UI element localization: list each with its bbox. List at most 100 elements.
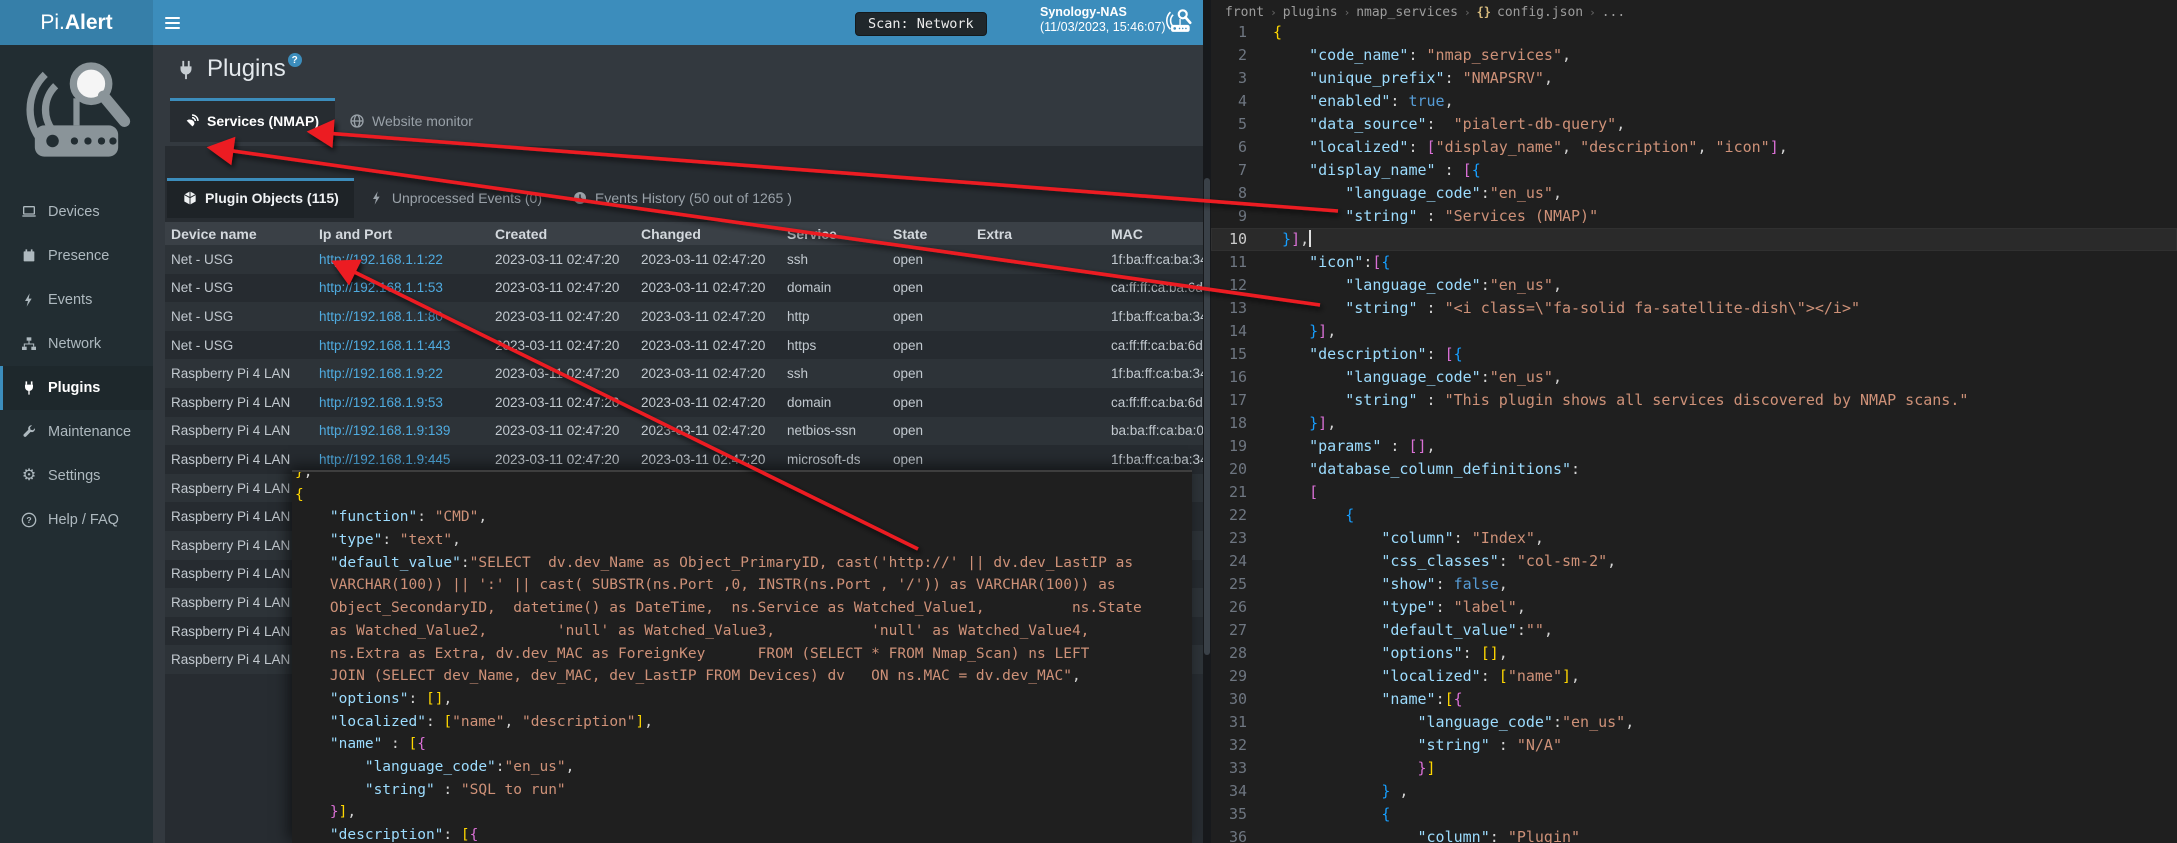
brand-prefix: Pi. <box>40 11 65 35</box>
app-logo[interactable]: Pi.Alert <box>0 0 153 45</box>
sql-config-overlay[interactable]: },{ "function": "CMD", "type": "text", "… <box>292 470 1192 843</box>
editor-line: 11 "icon":[{ <box>1211 251 2177 274</box>
breadcrumb-separator: › <box>1589 6 1596 19</box>
editor-code: 1{2 "code_name": "nmap_services",3 "uniq… <box>1211 21 2177 843</box>
subtab-plugin-objects-115[interactable]: Plugin Objects (115) <box>167 178 354 218</box>
table-row[interactable]: Raspberry Pi 4 LANhttp://192.168.1.9:532… <box>165 388 1203 417</box>
ip-port-link[interactable]: http://192.168.1.9:139 <box>313 423 489 438</box>
device-name-cell: Net - USG <box>165 309 313 324</box>
editor-line: 36 "column": "Plugin" <box>1211 826 2177 843</box>
table-row[interactable]: Net - USGhttp://192.168.1.1:802023-03-11… <box>165 302 1203 331</box>
created-cell: 2023-03-11 02:47:20 <box>489 280 635 295</box>
line-number: 3 <box>1211 67 1247 90</box>
editor-line: 18 }], <box>1211 412 2177 435</box>
code-editor[interactable]: front›plugins›nmap_services›{}config.jso… <box>1211 0 2177 843</box>
column-header-ip-and-port[interactable]: Ip and Port <box>313 226 489 242</box>
subtab-label: Unprocessed Events (0) <box>392 190 542 206</box>
breadcrumb-item[interactable]: ... <box>1602 5 1625 20</box>
line-number: 36 <box>1211 826 1247 843</box>
ip-port-link[interactable]: http://192.168.1.1:53 <box>313 280 489 295</box>
app-scrollbar[interactable] <box>1203 0 1211 843</box>
cube-icon <box>182 190 198 206</box>
plugin-tabs: Services (NMAP) Website monitor <box>170 101 489 142</box>
service-cell: domain <box>781 280 887 295</box>
subtab-events-history-50-out-of-1265[interactable]: Events History (50 out of 1265 ) <box>557 178 807 218</box>
changed-cell: 2023-03-11 02:47:20 <box>635 423 781 438</box>
sidebar-item-label: Presence <box>48 248 109 264</box>
device-name-cell: Raspberry Pi 4 LAN <box>165 423 313 438</box>
ip-port-link[interactable]: http://192.168.1.9:445 <box>313 452 489 467</box>
sidebar-item-devices[interactable]: Devices <box>0 190 153 234</box>
ip-port-link[interactable]: http://192.168.1.1:443 <box>313 338 489 353</box>
sidebar-item-maintenance[interactable]: Maintenance <box>0 410 153 454</box>
created-cell: 2023-03-11 02:47:20 <box>489 252 635 267</box>
sidebar-item-settings[interactable]: ⚙Settings <box>0 454 153 498</box>
tab-services-nmap[interactable]: Services (NMAP) <box>170 101 335 142</box>
breadcrumb-item[interactable]: plugins <box>1283 5 1338 20</box>
table-header-row: Device nameIp and PortCreatedChangedServ… <box>165 222 1203 245</box>
column-header-service[interactable]: Service <box>781 226 887 242</box>
subtab-unprocessed-events-0[interactable]: Unprocessed Events (0) <box>354 178 557 218</box>
column-header-state[interactable]: State <box>887 226 971 242</box>
table-row[interactable]: Raspberry Pi 4 LANhttp://192.168.1.9:222… <box>165 359 1203 388</box>
column-header-device-name[interactable]: Device name <box>165 226 313 242</box>
changed-cell: 2023-03-11 02:47:20 <box>635 366 781 381</box>
state-cell: open <box>887 252 971 267</box>
editor-line: 4 "enabled": true, <box>1211 90 2177 113</box>
sidebar-item-help-faq[interactable]: ?Help / FAQ <box>0 498 153 542</box>
line-number: 30 <box>1211 688 1247 711</box>
table-row[interactable]: Raspberry Pi 4 LANhttp://192.168.1.9:139… <box>165 417 1203 446</box>
service-cell: ssh <box>781 366 887 381</box>
editor-line: 16 "language_code":"en_us", <box>1211 366 2177 389</box>
globe-icon <box>349 113 365 129</box>
created-cell: 2023-03-11 02:47:20 <box>489 423 635 438</box>
service-cell: domain <box>781 395 887 410</box>
line-number: 13 <box>1211 297 1247 320</box>
editor-line: 28 "options": [], <box>1211 642 2177 665</box>
tab-website-monitor[interactable]: Website monitor <box>335 101 489 142</box>
plug-icon <box>17 380 41 396</box>
column-header-extra[interactable]: Extra <box>971 226 1105 242</box>
page-title-text: Plugins <box>207 55 286 83</box>
ip-port-link[interactable]: http://192.168.1.9:22 <box>313 366 489 381</box>
breadcrumb-item[interactable]: config.json <box>1497 5 1583 20</box>
menu-toggle-icon[interactable] <box>165 14 183 30</box>
tab-label: Services (NMAP) <box>207 113 319 129</box>
ip-port-link[interactable]: http://192.168.1.1:22 <box>313 252 489 267</box>
bolt-icon <box>17 292 41 308</box>
device-name-cell: Raspberry Pi 4 LAN <box>165 595 313 610</box>
ip-port-link[interactable]: http://192.168.1.1:80 <box>313 309 489 324</box>
column-header-changed[interactable]: Changed <box>635 226 781 242</box>
line-number: 32 <box>1211 734 1247 757</box>
line-number: 19 <box>1211 435 1247 458</box>
line-number: 26 <box>1211 596 1247 619</box>
scan-status-badge: Scan: Network <box>855 12 987 36</box>
editor-line: 12 "language_code":"en_us", <box>1211 274 2177 297</box>
device-name-cell: Net - USG <box>165 252 313 267</box>
sidebar-item-presence[interactable]: Presence <box>0 234 153 278</box>
table-row[interactable]: Net - USGhttp://192.168.1.1:532023-03-11… <box>165 274 1203 303</box>
column-header-created[interactable]: Created <box>489 226 635 242</box>
state-cell: open <box>887 395 971 410</box>
sql-overlay-line: Object_SecondaryID, datetime() as DateTi… <box>292 597 1192 620</box>
sidebar-item-plugins[interactable]: Plugins <box>0 366 153 410</box>
sidebar-item-label: Events <box>48 292 92 308</box>
breadcrumb-item[interactable]: front <box>1225 5 1264 20</box>
table-row[interactable]: Net - USGhttp://192.168.1.1:4432023-03-1… <box>165 331 1203 360</box>
device-name-cell: Raspberry Pi 4 LAN <box>165 395 313 410</box>
editor-line: 3 "unique_prefix": "NMAPSRV", <box>1211 67 2177 90</box>
ip-port-link[interactable]: http://192.168.1.9:53 <box>313 395 489 410</box>
table-row[interactable]: Net - USGhttp://192.168.1.1:222023-03-11… <box>165 245 1203 274</box>
sidebar-item-network[interactable]: Network <box>0 322 153 366</box>
created-cell: 2023-03-11 02:47:20 <box>489 395 635 410</box>
device-name-cell: Raspberry Pi 4 LAN <box>165 509 313 524</box>
sql-overlay-code: },{ "function": "CMD", "type": "text", "… <box>292 470 1192 843</box>
tab-label: Website monitor <box>372 113 473 129</box>
breadcrumb-item[interactable]: nmap_services <box>1356 5 1458 20</box>
app-scrollbar-thumb[interactable] <box>1204 178 1210 655</box>
sidebar-item-events[interactable]: Events <box>0 278 153 322</box>
device-name-cell: Net - USG <box>165 280 313 295</box>
bolt-icon <box>369 190 385 206</box>
line-number: 5 <box>1211 113 1247 136</box>
help-badge[interactable]: ? <box>288 53 302 67</box>
